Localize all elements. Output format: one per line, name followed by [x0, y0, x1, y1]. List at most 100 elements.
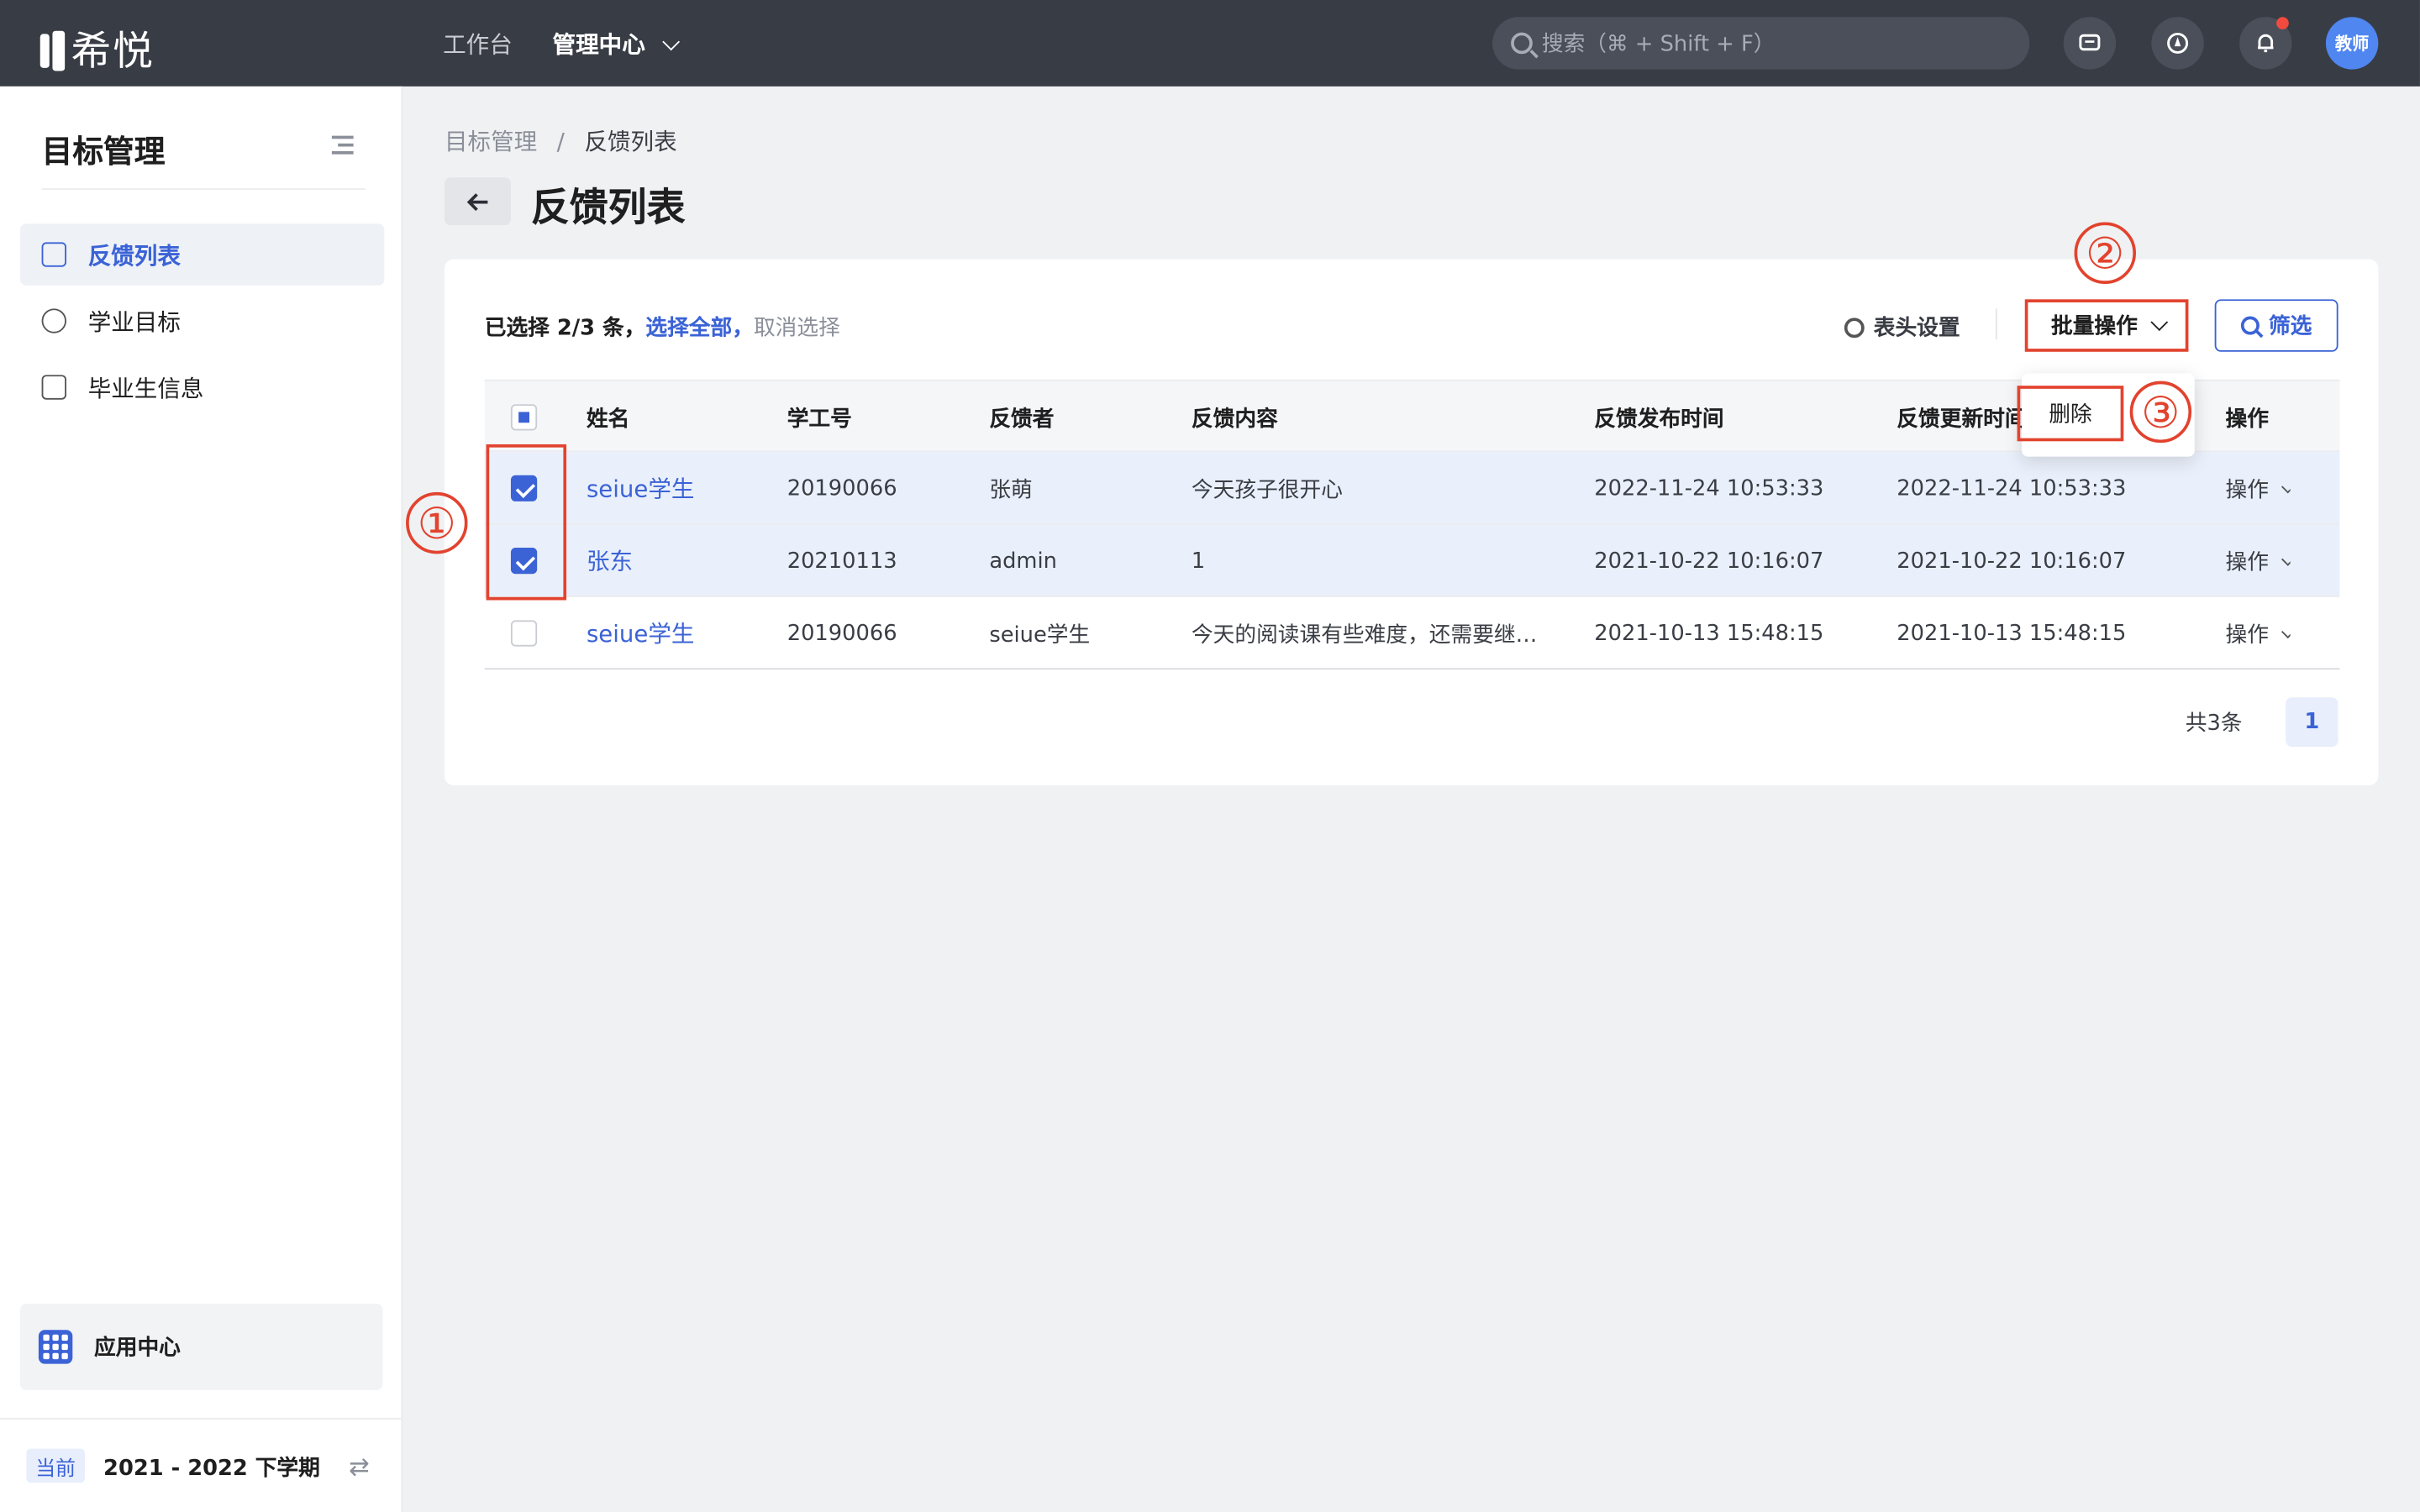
app-center-label: 应用中心	[94, 1336, 181, 1361]
compass-icon	[2167, 32, 2189, 54]
bell-icon	[2258, 34, 2274, 53]
grid-icon	[38, 1330, 73, 1364]
select-all-link[interactable]: 选择全部，	[645, 317, 754, 341]
row-content: 今天的阅读课有些难度，还需要继…	[1191, 622, 1538, 648]
target-icon	[41, 308, 66, 333]
table-row: 张东 20210113 admin 1 2021-10-22 10:16:07 …	[484, 524, 2340, 597]
current-term-badge: 当前	[26, 1448, 86, 1483]
document-icon	[41, 242, 66, 267]
delete-menu-item[interactable]: 删除	[2017, 386, 2124, 442]
toolbar-divider	[1995, 308, 1997, 340]
row-published: 2022-11-24 10:53:33	[1594, 475, 1824, 501]
row-author: admin	[989, 548, 1057, 574]
row-name-link[interactable]: 张东	[587, 524, 633, 596]
row-author: seiue学生	[989, 622, 1091, 648]
column-header-author[interactable]: 反馈者	[989, 381, 1054, 454]
row-author: 张萌	[989, 477, 1033, 502]
row-id: 20210113	[786, 548, 897, 574]
row-actions-menu[interactable]: 操作	[2226, 597, 2291, 669]
step-marker-3: ③	[2129, 381, 2192, 444]
pagination-page-1[interactable]: 1	[2286, 697, 2338, 747]
sidebar-bottom-divider	[0, 1417, 403, 1420]
sidebar-item-label: 反馈列表	[87, 241, 181, 270]
gear-icon	[1844, 318, 1865, 339]
page-title: 反馈列表	[530, 185, 686, 230]
user-avatar[interactable]: 教师	[2325, 17, 2379, 70]
chevron-down-icon	[2281, 552, 2291, 565]
nav-management-center-label: 管理中心	[552, 30, 645, 59]
notification-button[interactable]	[2239, 17, 2292, 70]
step-marker-2: ②	[2074, 222, 2136, 284]
search-icon	[2240, 316, 2260, 335]
row-checkbox[interactable]	[510, 620, 538, 647]
switch-term-icon[interactable]: ⇄	[349, 1452, 370, 1481]
top-nav-bar: 希悦 工作台 管理中心 搜索（⌘ + Shift + F） 教师	[0, 0, 2420, 87]
column-settings-label: 表头设置	[1873, 316, 1960, 341]
sidebar-item-feedback-list[interactable]: 反馈列表	[19, 223, 385, 286]
sidebar-item-academic-goals[interactable]: 学业目标	[20, 290, 384, 351]
column-settings-button[interactable]: 表头设置	[1844, 312, 1960, 343]
column-header-content[interactable]: 反馈内容	[1192, 381, 1278, 454]
chevron-down-icon	[662, 33, 681, 51]
filter-label: 筛选	[2268, 314, 2312, 340]
column-header-actions: 操作	[2225, 406, 2269, 432]
feedback-table-card: 已选择 2/3 条，选择全部，取消选择 表头设置 批量操作 筛选 姓名 学工号 …	[444, 259, 2379, 785]
breadcrumb-separator: /	[556, 128, 565, 156]
selection-count: 已选择 2/3 条，	[484, 316, 646, 341]
step-marker-1: ①	[406, 491, 468, 554]
row-name-link[interactable]: seiue学生	[587, 597, 694, 669]
collapse-sidebar-icon[interactable]	[331, 135, 354, 155]
row-published: 2021-10-22 10:16:07	[1594, 548, 1824, 574]
search-placeholder: 搜索（⌘ + Shift + F）	[1541, 32, 1776, 57]
row-actions-label: 操作	[2225, 622, 2269, 648]
logo-text: 希悦	[71, 29, 155, 76]
sidebar-item-label: 毕业生信息	[87, 374, 204, 402]
breadcrumb-current: 反馈列表	[584, 128, 677, 156]
breadcrumb-root[interactable]: 目标管理	[445, 128, 537, 155]
column-header-id[interactable]: 学工号	[787, 381, 852, 454]
row-id: 20190066	[786, 475, 897, 501]
select-all-checkbox[interactable]	[510, 404, 538, 431]
chevron-down-icon	[2281, 479, 2291, 493]
back-button[interactable]	[444, 177, 511, 226]
table-row: seiue学生 20190066 seiue学生 今天的阅读课有些难度，还需要继…	[484, 597, 2340, 670]
column-header-published[interactable]: 反馈发布时间	[1594, 381, 1723, 454]
row-name-link[interactable]: seiue学生	[587, 452, 694, 524]
row-updated: 2021-10-13 15:48:15	[1897, 621, 2127, 646]
current-term-text: 2021 - 2022 下学期	[103, 1456, 320, 1482]
batch-actions-button[interactable]: 批量操作	[2024, 299, 2189, 352]
row-published: 2021-10-13 15:48:15	[1594, 621, 1824, 646]
sidebar-title: 目标管理	[41, 132, 166, 171]
app-logo[interactable]: 希悦	[39, 20, 155, 77]
logo-icon	[39, 27, 66, 71]
id-card-icon	[41, 375, 66, 400]
sidebar-item-graduate-info[interactable]: 毕业生信息	[20, 356, 384, 417]
nav-management-center[interactable]: 管理中心	[552, 28, 681, 60]
breadcrumb: 目标管理 / 反馈列表	[445, 125, 677, 158]
filter-button[interactable]: 筛选	[2214, 299, 2338, 352]
row-id: 20190066	[786, 621, 897, 646]
row-actions-label: 操作	[2225, 477, 2269, 502]
arrow-left-icon	[466, 192, 487, 211]
app-center-button[interactable]: 应用中心	[19, 1304, 383, 1390]
pagination-total: 共3条	[2185, 711, 2243, 737]
column-header-name[interactable]: 姓名	[587, 381, 629, 454]
app-switch-button[interactable]	[2151, 17, 2204, 70]
deselect-link[interactable]: 取消选择	[754, 317, 840, 341]
search-icon	[1511, 32, 1533, 55]
row-actions-menu[interactable]: 操作	[2226, 452, 2291, 524]
checkbox-highlight-box	[486, 444, 567, 601]
sidebar: 目标管理 反馈列表 学业目标 毕业生信息 应用中心 当前 2021 - 2022…	[0, 86, 403, 1512]
selection-info: 已选择 2/3 条，选择全部，取消选择	[485, 312, 840, 343]
global-search-input[interactable]: 搜索（⌘ + Shift + F）	[1492, 17, 2030, 70]
row-updated: 2022-11-24 10:53:33	[1897, 475, 2127, 501]
nav-workbench[interactable]: 工作台	[443, 28, 513, 60]
row-actions-menu[interactable]: 操作	[2226, 524, 2291, 596]
notification-dot	[2276, 17, 2289, 29]
chevron-down-icon	[2281, 624, 2291, 638]
sidebar-item-label: 学业目标	[87, 307, 181, 336]
row-content: 今天孩子很开心	[1191, 477, 1343, 502]
batch-actions-label: 批量操作	[2050, 314, 2138, 340]
message-button[interactable]	[2063, 17, 2117, 70]
row-updated: 2021-10-22 10:16:07	[1897, 548, 2127, 574]
